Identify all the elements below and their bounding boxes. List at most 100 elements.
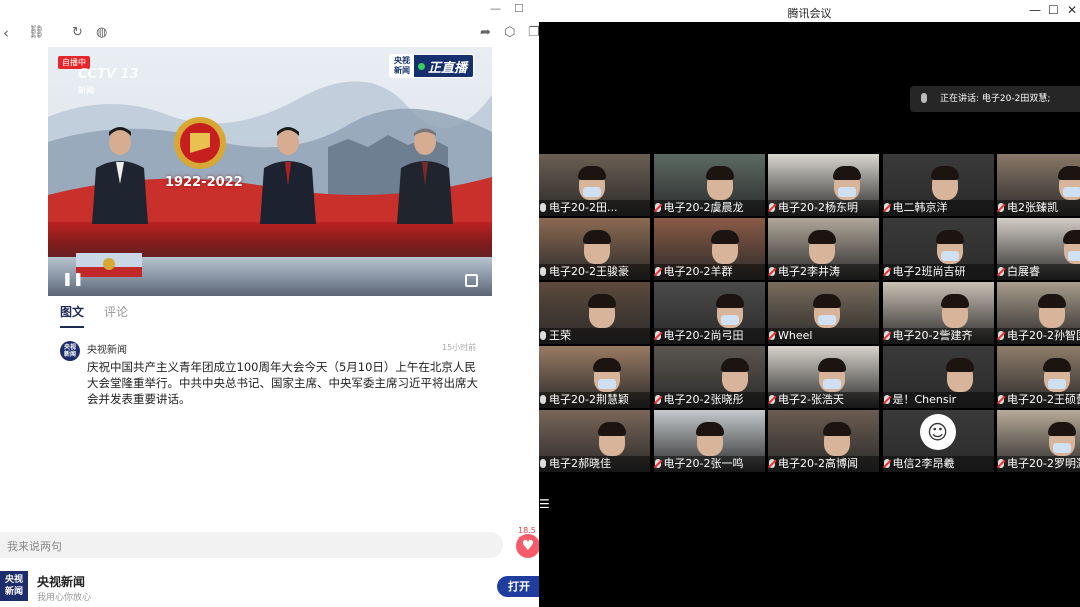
face-mask bbox=[838, 187, 856, 197]
open-app-button[interactable]: 打开 bbox=[497, 576, 541, 597]
participant-hair bbox=[715, 294, 744, 308]
meeting-titlebar: 腾讯会议 — ☐ ✕ bbox=[539, 0, 1080, 22]
participant-tile[interactable]: 是！Chensir bbox=[882, 346, 994, 408]
participant-tile[interactable]: 电子20-2荆慧颖 bbox=[539, 346, 650, 408]
participant-name-label: 电子20-2訾建齐 bbox=[882, 328, 994, 344]
participant-name-label: 电子20-2荆慧颖 bbox=[539, 392, 650, 408]
participant-tile[interactable]: 电子2李井涛 bbox=[768, 218, 879, 280]
box-icon[interactable]: ⬡ bbox=[504, 26, 515, 40]
channel-logo: CCTV 13 新闻 bbox=[78, 67, 139, 95]
participant-hair bbox=[1058, 166, 1080, 180]
participant-name: 电子20-2高博闻 bbox=[778, 457, 858, 470]
participant-hair bbox=[695, 422, 724, 436]
participant-tile[interactable]: 电子20-2高博闻 bbox=[768, 410, 879, 472]
globe-icon[interactable]: ◍ bbox=[96, 26, 107, 40]
participant-tile[interactable]: 电子20-2羊群 bbox=[653, 218, 765, 280]
participant-tile[interactable]: ☺ 电信2李昂羲 bbox=[882, 410, 994, 472]
participant-tile[interactable]: 电子2班尚吉研 bbox=[882, 218, 994, 280]
participant-name: 电子20-2荆慧颖 bbox=[549, 393, 629, 406]
minimize-icon[interactable]: — bbox=[1029, 3, 1041, 17]
copy-icon[interactable]: ❐ bbox=[528, 26, 540, 40]
face-mask bbox=[823, 379, 841, 389]
participant-hair bbox=[1048, 422, 1076, 436]
participant-hair bbox=[710, 230, 739, 244]
muted-mic-icon bbox=[769, 203, 775, 212]
participant-name: 电子20-2张一鸣 bbox=[663, 457, 744, 470]
participant-name: 电子2班尚吉研 bbox=[892, 265, 966, 278]
participant-name: Wheel bbox=[778, 329, 813, 342]
participant-tile[interactable]: 电子20-2田... bbox=[539, 154, 650, 216]
participant-hair bbox=[945, 358, 974, 372]
participant-name: 电子2-张浩天 bbox=[778, 393, 844, 406]
refresh-icon[interactable]: ↻ bbox=[72, 26, 83, 40]
participant-tile[interactable]: 王荣 bbox=[539, 282, 650, 344]
microphone-icon bbox=[540, 267, 546, 276]
participant-hair bbox=[1038, 294, 1066, 308]
participant-tile[interactable]: 电子20-2王硕蕾 bbox=[997, 346, 1080, 408]
meeting-window: 腾讯会议 — ☐ ✕ 正在讲话: 电子20-2田双慧; 电子20-2田... 电子… bbox=[539, 0, 1080, 607]
participant-hair bbox=[808, 230, 836, 244]
comment-input[interactable]: 我来说两句 bbox=[0, 532, 503, 558]
minimize-icon[interactable]: — bbox=[490, 2, 501, 16]
post-timestamp: 15小时前 bbox=[442, 343, 477, 352]
participant-tile[interactable]: 电二韩京洋 bbox=[882, 154, 994, 216]
author-avatar[interactable]: 央视 新闻 bbox=[60, 341, 80, 361]
participant-tile[interactable]: 电子20-2张一鸣 bbox=[653, 410, 765, 472]
face-mask bbox=[818, 315, 836, 325]
participant-hair bbox=[813, 294, 841, 308]
participant-name: 电子2李井涛 bbox=[778, 265, 840, 278]
muted-mic-icon bbox=[883, 267, 890, 276]
participant-tile[interactable]: 电子2-张浩天 bbox=[768, 346, 879, 408]
microphone-icon bbox=[921, 93, 927, 103]
participant-tile[interactable]: 电子20-2孙智国 bbox=[997, 282, 1080, 344]
pause-icon[interactable]: ❚❚ bbox=[62, 272, 84, 287]
participant-name-label: 电子20-2张晓彤 bbox=[653, 392, 765, 408]
muted-mic-icon bbox=[883, 395, 890, 404]
muted-mic-icon bbox=[998, 459, 1004, 468]
participant-tile[interactable]: 电子20-2虞晨龙 bbox=[653, 154, 765, 216]
link-icon[interactable]: ⛓ bbox=[28, 26, 45, 40]
muted-mic-icon bbox=[654, 395, 661, 404]
app-name: 央视新闻 bbox=[37, 575, 86, 589]
muted-mic-icon bbox=[654, 267, 661, 276]
participant-tile[interactable]: 电子20-2罗明灏 bbox=[997, 410, 1080, 472]
participant-tile[interactable]: 白展睿 bbox=[997, 218, 1080, 280]
participant-name-label: 电子20-2高博闻 bbox=[768, 456, 879, 472]
participant-name-label: 电二韩京洋 bbox=[882, 200, 994, 216]
muted-mic-icon bbox=[769, 395, 775, 404]
close-icon[interactable]: ✕ bbox=[1067, 3, 1077, 17]
participant-name: 电子20-2尚弓田 bbox=[663, 329, 744, 342]
participant-name-label: 电子20-2孙智国 bbox=[997, 328, 1080, 344]
participant-name-label: 电2张臻凯 bbox=[997, 200, 1080, 216]
tab-article[interactable]: 图文 bbox=[60, 303, 85, 328]
participant-hair bbox=[593, 358, 621, 372]
participant-tile[interactable]: 电子20-2张晓彤 bbox=[653, 346, 765, 408]
participant-tile[interactable]: 电子20-2尚弓田 bbox=[653, 282, 765, 344]
face-mask bbox=[598, 379, 616, 389]
participant-tile[interactable]: 电2张臻凯 bbox=[997, 154, 1080, 216]
tab-comments[interactable]: 评论 bbox=[104, 303, 128, 328]
participant-tile[interactable]: 电子2郝晓佳 bbox=[539, 410, 650, 472]
menu-icon[interactable]: ☰ bbox=[539, 497, 550, 511]
share-icon[interactable]: ➦ bbox=[480, 26, 491, 40]
back-icon[interactable]: ‹ bbox=[3, 26, 9, 41]
maximize-icon[interactable]: ☐ bbox=[1048, 3, 1059, 17]
muted-mic-icon bbox=[883, 459, 890, 468]
like-heart-icon[interactable]: ♥ bbox=[516, 534, 540, 558]
muted-mic-icon bbox=[998, 395, 1004, 404]
participant-tile[interactable]: 电子20-2杨东明 bbox=[768, 154, 879, 216]
participant-tile[interactable]: 电子20-2訾建齐 bbox=[882, 282, 994, 344]
participant-tile[interactable]: Wheel bbox=[768, 282, 879, 344]
muted-mic-icon bbox=[883, 331, 890, 340]
participant-name: 电子20-2王硕蕾 bbox=[1007, 393, 1080, 406]
post-author[interactable]: 央视新闻 bbox=[87, 341, 127, 356]
fullscreen-icon[interactable] bbox=[465, 274, 478, 287]
microphone-icon bbox=[540, 395, 546, 404]
live-video-player[interactable]: 1922-2022 自播中 CCTV 13 新闻 央视 新闻 正直播 ❚❚ bbox=[48, 47, 492, 296]
participant-hair bbox=[1043, 358, 1071, 372]
participant-name-label: 电子20-2羊群 bbox=[653, 264, 765, 280]
maximize-icon[interactable]: ☐ bbox=[514, 2, 524, 16]
participant-name-label: 王荣 bbox=[539, 328, 650, 344]
participant-tile[interactable]: 电子20-2王骏豪 bbox=[539, 218, 650, 280]
muted-mic-icon bbox=[654, 459, 661, 468]
